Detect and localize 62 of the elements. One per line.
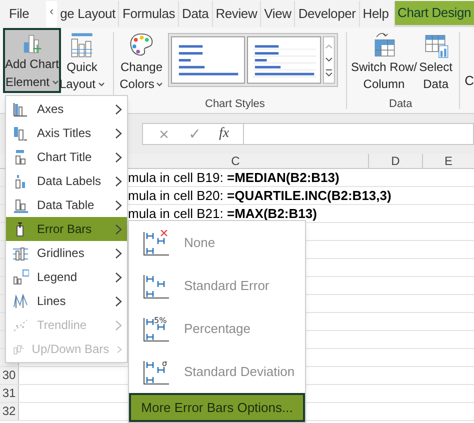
ribbon-tab[interactable]: View — [260, 1, 294, 27]
row-header[interactable]: 31 — [0, 385, 19, 402]
cell-text: mula in cell B20: =QUARTILE.INC(B2:B13,3) — [128, 187, 392, 204]
gallery-scroll-icon — [323, 36, 336, 84]
menu-item[interactable]: Legend — [6, 265, 127, 289]
chevron-right-icon — [115, 104, 122, 114]
chevron-right-icon — [115, 320, 122, 330]
caret-icon — [98, 82, 105, 87]
chart-element-icon — [12, 244, 29, 262]
menu-item[interactable]: Axes — [6, 97, 127, 121]
submenu-item[interactable]: 5% Percentage — [129, 307, 305, 350]
chart-style-thumbnail[interactable] — [171, 36, 246, 84]
chevron-right-icon — [115, 176, 122, 186]
menu-item[interactable]: Lines — [6, 289, 127, 313]
row-header[interactable]: 32 — [0, 403, 19, 420]
chevron-right-icon — [115, 272, 122, 282]
cell-text: mula in cell B21: =MAX(B2:B13) — [128, 205, 317, 222]
switch-row-column-button[interactable]: Switch Row/ Column — [350, 28, 417, 93]
chevron-right-icon — [117, 344, 122, 354]
ribbon-tab[interactable]: Chart Design — [394, 1, 474, 27]
ribbon-tab[interactable]: Developer — [294, 1, 359, 27]
menu-item[interactable]: Data Table — [6, 193, 127, 217]
chevron-right-icon — [115, 296, 122, 306]
change-colors-button[interactable]: Change Colors — [118, 28, 166, 93]
ribbon-tab[interactable]: ge Layout — [57, 1, 118, 27]
ribbon-button-label[interactable]: C — [464, 71, 474, 113]
menu-item[interactable]: Error Bars — [6, 217, 127, 241]
column-header[interactable]: D — [368, 154, 422, 168]
add-chart-element-button[interactable]: Add Chart Element — [3, 28, 61, 93]
chevron-right-icon — [115, 200, 122, 210]
chart-element-icon — [12, 100, 29, 118]
group-label: Data — [389, 96, 412, 112]
ribbon-tab[interactable]: File — [6, 1, 32, 27]
caret-icon — [52, 80, 59, 84]
tab-scroll-button[interactable]: ‹ — [46, 1, 58, 27]
chevron-right-icon — [115, 152, 122, 162]
error-bars-icon — [143, 230, 170, 256]
column-header[interactable]: E — [422, 154, 474, 168]
ribbon-tab[interactable]: Formulas — [118, 1, 178, 27]
cell-text: mula in cell B19: =MEDIAN(B2:B13) — [128, 169, 340, 186]
error-bars-icon — [143, 272, 170, 298]
chevron-right-icon — [115, 248, 122, 258]
row-header[interactable]: 30 — [0, 367, 19, 384]
chevron-right-icon — [115, 224, 122, 234]
chart-element-icon — [12, 292, 29, 310]
group-label: Chart Styles — [205, 96, 265, 112]
caret-icon — [156, 82, 164, 87]
chevron-right-icon — [115, 128, 122, 138]
chart-element-icon — [12, 268, 29, 286]
chart-element-icon — [12, 196, 29, 214]
menu-item[interactable]: Axis Titles — [6, 121, 127, 145]
ribbon-tab[interactable]: Data — [178, 1, 212, 27]
menu-item[interactable]: Data Labels — [6, 169, 127, 193]
ribbon-tab[interactable]: Review — [212, 1, 260, 27]
chart-element-icon — [12, 124, 29, 142]
submenu-item[interactable]: σ Standard Deviation — [129, 350, 305, 393]
chart-element-icon — [12, 316, 29, 334]
menu-item[interactable]: Gridlines — [6, 241, 127, 265]
ribbon-tab[interactable]: Help — [358, 1, 392, 27]
more-options-button[interactable]: More Error Bars Options... — [129, 393, 305, 422]
select-data-button[interactable]: Select Data — [416, 28, 455, 93]
chart-style-thumbnail[interactable] — [247, 36, 322, 84]
